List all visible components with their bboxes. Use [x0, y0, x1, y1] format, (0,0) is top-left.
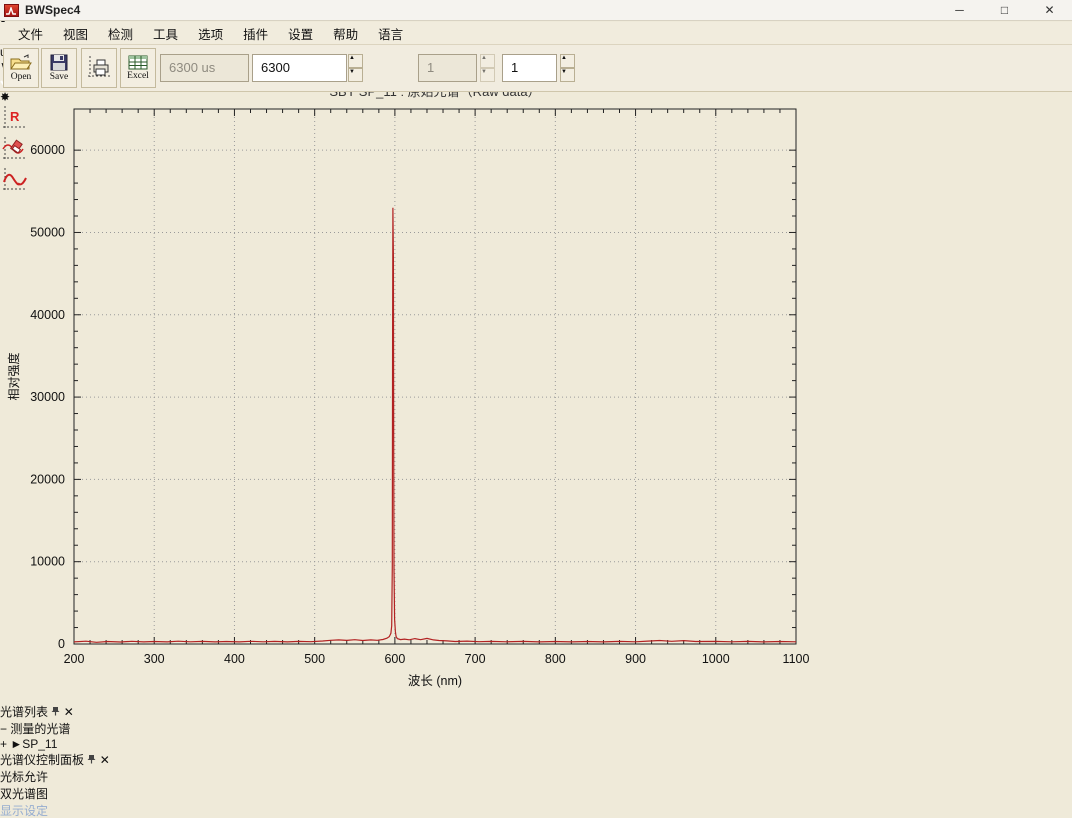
minimize-icon[interactable]: ─	[937, 0, 982, 21]
average-fixed-stepper: ▲ ▼	[480, 54, 495, 82]
close-panel-icon[interactable]: ✕	[100, 753, 110, 767]
menu-item-6[interactable]: 插件	[233, 21, 278, 46]
menu-item-2[interactable]: 视图	[53, 21, 98, 46]
integration-time-display: 6300 us	[160, 54, 249, 82]
svg-text:700: 700	[465, 652, 486, 666]
spin-down-icon: ▼	[480, 68, 495, 82]
menu-item-4[interactable]: 工具	[143, 21, 188, 46]
svg-text:500: 500	[304, 652, 325, 666]
svg-text:900: 900	[625, 652, 646, 666]
control-panel-title: 光谱仪控制面板	[0, 753, 85, 767]
print-chart-button[interactable]	[81, 48, 117, 88]
svg-text:200: 200	[64, 652, 85, 666]
svg-text:40000: 40000	[30, 308, 65, 322]
open-button[interactable]: Open	[3, 48, 39, 88]
svg-text:30000: 30000	[30, 390, 65, 404]
spin-up-icon[interactable]: ▲	[560, 54, 575, 68]
svg-text:相对强度: 相对强度	[6, 352, 21, 400]
average-count-stepper[interactable]: ▲ ▼	[560, 54, 575, 82]
svg-text:0: 0	[58, 637, 65, 651]
spectra-list-panel: 光谱列表 ✕ − 测量的光谱 + ►SP_11	[0, 703, 1072, 751]
spectra-list-header: 光谱列表 ✕	[0, 703, 1072, 720]
average-count-input[interactable]: 1	[502, 54, 557, 82]
svg-text:1000: 1000	[702, 652, 730, 666]
excel-button-label: Excel	[127, 71, 149, 81]
spectra-tree: − 测量的光谱 + ►SP_11	[0, 720, 1072, 751]
menu-item-7[interactable]: 设置	[278, 21, 323, 46]
svg-text:300: 300	[144, 652, 165, 666]
brightness-button[interactable]: ✸	[0, 90, 1072, 104]
app-icon	[4, 3, 19, 17]
menu-item-5[interactable]: 选项	[188, 21, 233, 46]
svg-text:1100: 1100	[783, 652, 810, 666]
save-floppy-icon	[50, 54, 68, 71]
svg-text:800: 800	[545, 652, 566, 666]
svg-text:400: 400	[224, 652, 245, 666]
pin-icon[interactable]	[51, 705, 63, 719]
tree-collapse-icon[interactable]: −	[0, 722, 7, 736]
maximize-icon[interactable]: □	[982, 0, 1027, 21]
excel-table-icon	[128, 55, 148, 70]
cursor-enable-option[interactable]: 光标允许	[0, 768, 1072, 785]
cursor-enable-label: 光标允许	[0, 770, 49, 784]
spin-up-icon[interactable]: ▲	[348, 54, 363, 68]
svg-text:10000: 10000	[30, 555, 65, 569]
tree-root-label[interactable]: 测量的光谱	[10, 722, 70, 736]
spin-down-icon[interactable]: ▼	[348, 68, 363, 82]
close-panel-icon[interactable]: ✕	[64, 705, 74, 719]
svg-text:600: 600	[384, 652, 405, 666]
spin-down-icon[interactable]: ▼	[560, 68, 575, 82]
close-icon[interactable]: ✕	[1027, 0, 1072, 21]
spectrum-view-button[interactable]	[0, 166, 1072, 197]
svg-text:波长 (nm): 波长 (nm)	[408, 674, 462, 688]
tree-item-sp11[interactable]: ►SP_11	[10, 737, 57, 751]
export-excel-button[interactable]: Excel	[120, 48, 156, 88]
open-button-label: Open	[10, 72, 32, 82]
title-bar: BWSpec4 ─ □ ✕	[0, 0, 1072, 21]
display-settings-header: 显示设定	[0, 804, 49, 818]
integration-time-stepper[interactable]: ▲ ▼	[348, 54, 363, 82]
item-marker-icon: ►	[10, 737, 23, 751]
menu-bar: 文件 视图 检测 工具 选项 插件 设置 帮助 语言	[0, 22, 1072, 45]
spectra-list-title: 光谱列表	[0, 705, 49, 719]
open-folder-icon	[10, 54, 32, 70]
svg-text:R: R	[10, 109, 20, 124]
save-button-label: Save	[49, 72, 69, 82]
menu-item-9[interactable]: 语言	[368, 21, 413, 46]
clear-spectrum-button[interactable]	[0, 135, 1072, 166]
tree-root-row[interactable]: − 测量的光谱	[0, 720, 1072, 737]
svg-text:20000: 20000	[30, 472, 65, 486]
menu-item-8[interactable]: 帮助	[323, 21, 368, 46]
pin-icon[interactable]	[87, 753, 99, 767]
control-panel-header: 光谱仪控制面板 ✕	[0, 751, 1072, 768]
eraser-curve-icon	[2, 137, 26, 159]
tree-item-label: SP_11	[22, 737, 58, 751]
save-button[interactable]: Save	[41, 48, 77, 88]
menu-item-1[interactable]: 文件	[8, 21, 53, 46]
dual-spectrum-option[interactable]: 双光谱图	[0, 785, 1072, 802]
sun-icon: ✸	[0, 90, 11, 104]
dual-spectrum-label: 双光谱图	[0, 787, 49, 801]
tree-expand-icon[interactable]: +	[0, 737, 7, 751]
integration-time-input[interactable]: 6300	[252, 54, 347, 82]
window-title: BWSpec4	[25, 3, 81, 17]
axis-r-icon: R	[3, 106, 26, 128]
printer-icon	[88, 56, 110, 77]
spectrometer-control-panel: 光谱仪控制面板 ✕ 光标允许 双光谱图 显示设定 X 轴 像素波长 (nm)波数…	[0, 751, 1072, 818]
spin-up-icon: ▲	[480, 54, 495, 68]
svg-text:50000: 50000	[30, 225, 65, 239]
menu-item-3[interactable]: 检测	[98, 21, 143, 46]
reset-axis-button[interactable]: R	[0, 104, 1072, 135]
tree-item-row[interactable]: + ►SP_11	[0, 737, 1072, 751]
toolbar: Open Save Excel 6300 us 6300 ▲ ▼ us ∨ 1 …	[0, 45, 1072, 190]
average-fixed-display: 1	[418, 54, 477, 82]
wave-icon	[3, 168, 27, 190]
